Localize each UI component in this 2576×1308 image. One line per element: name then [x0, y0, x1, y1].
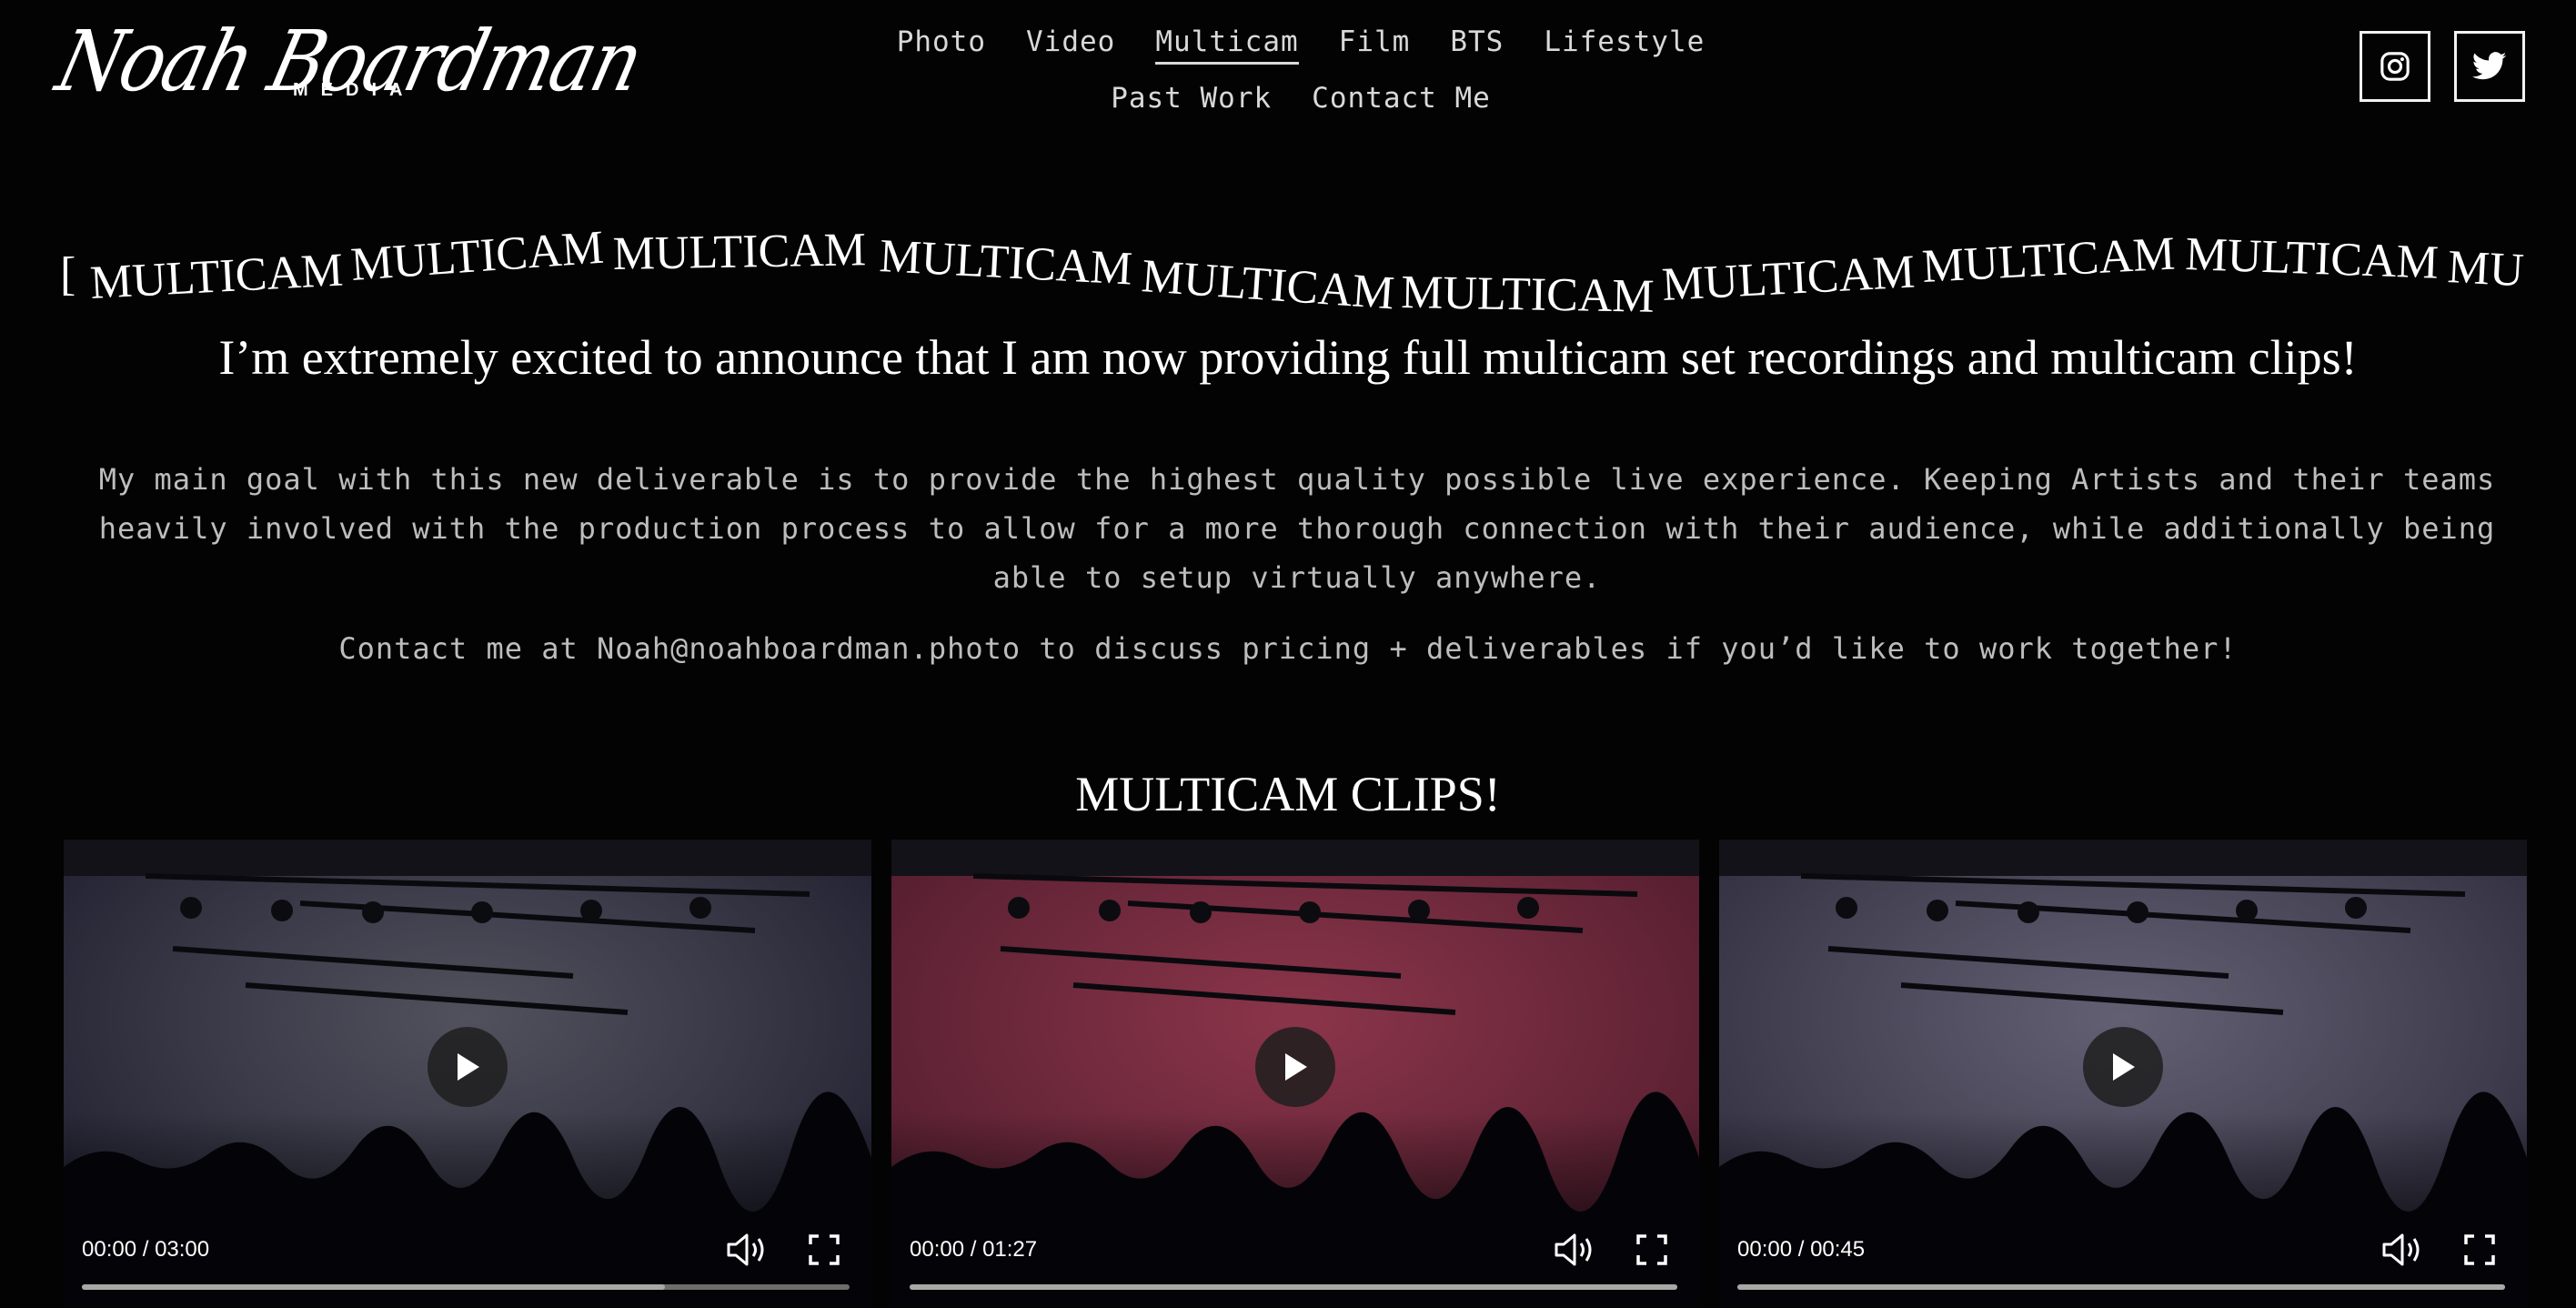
video-time: 00:00 / 01:27: [910, 1237, 1038, 1262]
video-progress[interactable]: [82, 1284, 850, 1290]
play-button[interactable]: [428, 1027, 508, 1107]
play-icon: [1285, 1053, 1307, 1081]
mute-button[interactable]: [2378, 1226, 2425, 1273]
play-button[interactable]: [1255, 1027, 1335, 1107]
nav-video[interactable]: Video: [1026, 25, 1115, 65]
marquee-fragment-start: [: [60, 248, 75, 300]
marquee-word: MULTICAM: [1921, 227, 2177, 292]
video-player[interactable]: 00:00 / 01:27: [891, 840, 1699, 1308]
play-icon: [2113, 1053, 2135, 1081]
fullscreen-button[interactable]: [2456, 1226, 2503, 1273]
play-button[interactable]: [2083, 1027, 2163, 1107]
clips-heading: MULTICAM CLIPS!: [1075, 767, 1501, 821]
marquee-word: MULTICAM: [349, 222, 606, 291]
nav-film[interactable]: Film: [1339, 25, 1411, 65]
contact-paragraph: Contact me at Noah@noahboardman.photo to…: [338, 631, 2238, 666]
volume-icon: [1555, 1233, 1592, 1266]
announcement-heading: I’m extremely excited to announce that I…: [218, 330, 2358, 385]
fullscreen-button[interactable]: [800, 1226, 848, 1273]
marquee-word: MULTICAM: [89, 244, 345, 308]
marquee-word: MULTICAM: [878, 230, 1133, 295]
video-progress[interactable]: [910, 1284, 1677, 1290]
nav-contact-me[interactable]: Contact Me: [1312, 82, 1491, 121]
brand-sub: MEDIA: [293, 80, 416, 100]
video-time: 00:00 / 00:45: [1737, 1237, 1866, 1262]
main-nav: Photo Video Multicam Film BTS Lifestyle …: [873, 16, 1728, 129]
video-progress-fill: [82, 1284, 666, 1290]
video-progress-fill: [910, 1284, 1677, 1290]
nav-photo[interactable]: Photo: [897, 25, 986, 65]
video-controls: 00:00 / 01:27: [891, 1217, 1699, 1308]
video-progress-fill: [1737, 1284, 2505, 1290]
video-controls: 00:00 / 03:00: [64, 1217, 871, 1308]
video-player[interactable]: 00:00 / 00:45: [1719, 840, 2527, 1308]
marquee-word: MULTICAM: [612, 224, 866, 280]
video-time: 00:00 / 03:00: [82, 1237, 210, 1262]
play-icon: [458, 1053, 479, 1081]
marquee-word: MULTICAM: [1661, 246, 1917, 310]
video-player[interactable]: 00:00 / 03:00: [64, 840, 871, 1308]
twitter-link[interactable]: [2454, 31, 2525, 102]
intro-paragraph: My main goal with this new deliverable i…: [98, 462, 2496, 595]
video-controls: 00:00 / 00:45: [1719, 1217, 2527, 1308]
brand-logo[interactable]: Noah Boardman MEDIA: [48, 13, 651, 118]
marquee-word: MULTICAM: [1401, 267, 1655, 318]
nav-lifestyle[interactable]: Lifestyle: [1544, 25, 1705, 65]
nav-bts[interactable]: BTS: [1450, 25, 1504, 65]
marquee-svg: [MULTICAM MULTICAM MULTICAM MULTICAM MULTICA…: [60, 222, 2525, 318]
marquee-word: MULTICAM: [2185, 228, 2440, 289]
nav-row-1: Photo Video Multicam Film BTS Lifestyle: [873, 16, 1728, 73]
nav-multicam[interactable]: Multicam: [1155, 25, 1299, 65]
fullscreen-icon: [1636, 1234, 1667, 1265]
multicam-marquee: [MULTICAM MULTICAM MULTICAM MULTICAM MULTICA…: [60, 182, 2527, 318]
fullscreen-button[interactable]: [1628, 1226, 1675, 1273]
marquee-word: MULTICAM: [1140, 250, 1396, 318]
volume-icon: [727, 1233, 764, 1266]
nav-past-work[interactable]: Past Work: [1111, 82, 1272, 121]
video-progress[interactable]: [1737, 1284, 2505, 1290]
nav-row-2: Past Work Contact Me: [873, 73, 1728, 129]
instagram-icon: [2380, 52, 2410, 81]
mute-button[interactable]: [1550, 1226, 1597, 1273]
instagram-link[interactable]: [2360, 31, 2430, 102]
marquee-fragment-end: MU: [2446, 241, 2525, 297]
fullscreen-icon: [809, 1234, 840, 1265]
volume-icon: [2382, 1233, 2420, 1266]
twitter-icon: [2472, 52, 2507, 80]
mute-button[interactable]: [722, 1226, 770, 1273]
marquee-words: [MULTICAM MULTICAM MULTICAM MULTICAM MULTICA…: [60, 222, 2525, 318]
fullscreen-icon: [2464, 1234, 2495, 1265]
